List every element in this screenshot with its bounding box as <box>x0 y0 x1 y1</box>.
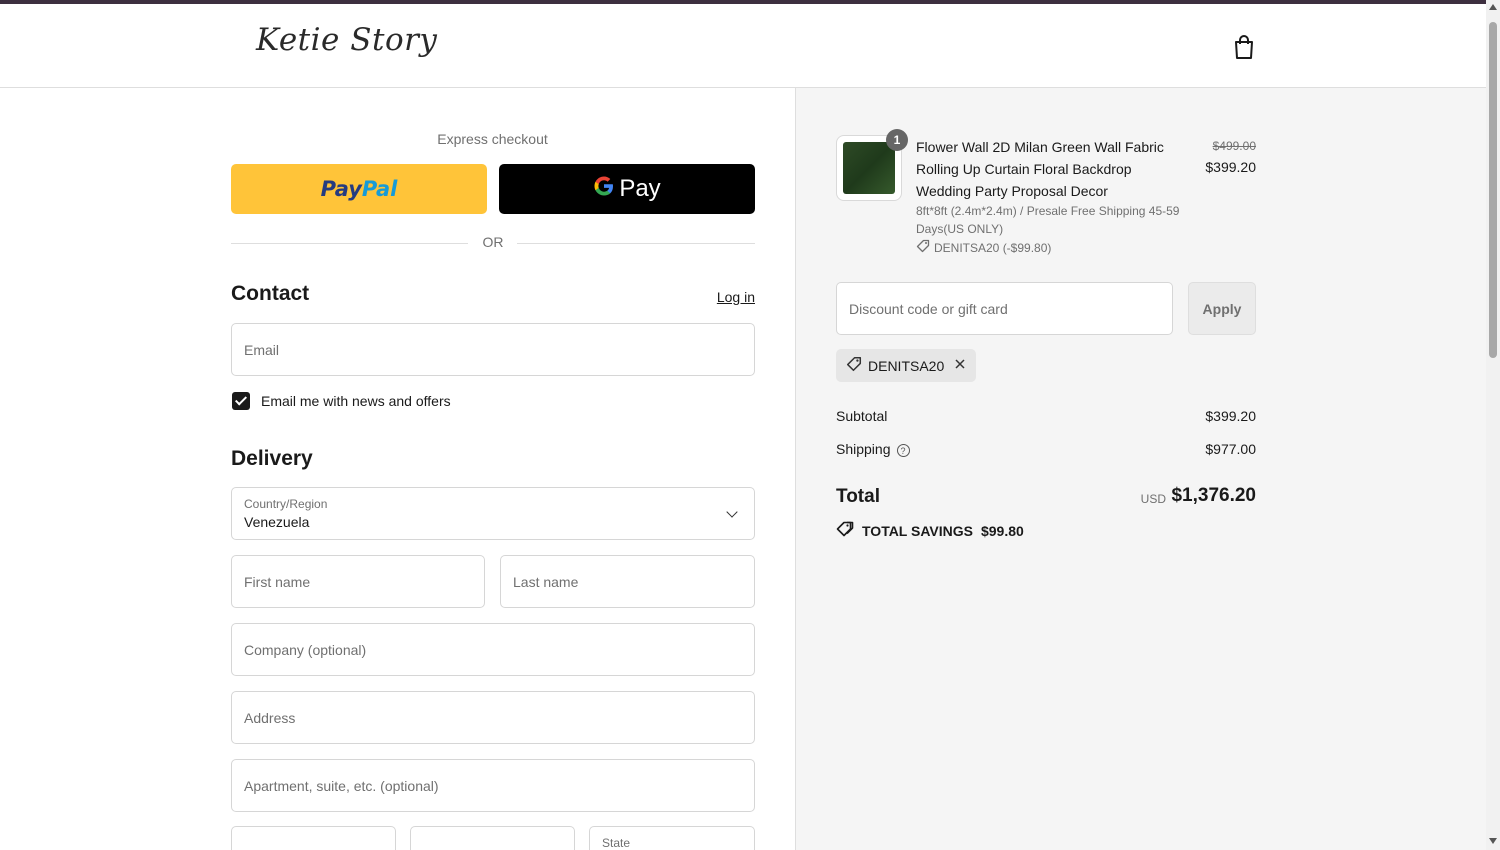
shipping-label: Shipping <box>836 441 891 457</box>
email-field[interactable] <box>231 323 755 376</box>
google-g-icon <box>593 175 615 203</box>
divider-line-right <box>517 243 755 244</box>
state-select[interactable]: State <box>589 826 755 850</box>
product-variant: 8ft*8ft (2.4m*2.4m) / Presale Free Shipp… <box>916 204 1180 236</box>
company-input[interactable] <box>232 624 754 675</box>
shipping-value: $977.00 <box>1205 441 1256 457</box>
address-field[interactable] <box>231 691 755 744</box>
savings-tag-icon <box>836 521 854 540</box>
applied-code-label: DENITSA20 <box>868 357 945 374</box>
delivery-heading: Delivery <box>231 447 313 470</box>
apartment-field[interactable] <box>231 759 755 812</box>
company-field[interactable] <box>231 623 755 676</box>
total-savings: TOTAL SAVINGS $99.80 <box>836 521 1024 540</box>
help-circle-icon[interactable]: ? <box>896 443 910 457</box>
savings-value: $99.80 <box>980 522 1024 539</box>
last-name-input[interactable] <box>501 556 754 607</box>
paypal-button[interactable]: PayPal <box>231 164 487 214</box>
store-logo[interactable]: Ketie Story <box>256 22 437 58</box>
total-label: Total <box>836 486 880 507</box>
total-value: $1,376.20 <box>1171 485 1256 506</box>
postal-code-field[interactable] <box>410 826 575 850</box>
last-name-field[interactable] <box>500 555 755 608</box>
discount-code-input[interactable] <box>837 283 1172 334</box>
or-label: OR <box>482 234 504 250</box>
remove-code-close-icon[interactable] <box>954 357 966 375</box>
google-pay-label: Pay <box>619 175 661 202</box>
checkout-form-panel: Express checkout PayPal Pay OR Contact L… <box>0 88 796 850</box>
quantity-badge: 1 <box>886 129 908 151</box>
current-price: $399.20 <box>1205 159 1256 175</box>
express-checkout-label: Express checkout <box>437 131 548 147</box>
country-label: Country/Region <box>244 497 328 511</box>
discount-code-field[interactable] <box>836 282 1173 335</box>
country-value: Venezuela <box>244 514 310 530</box>
address-input[interactable] <box>232 692 754 743</box>
contact-heading: Contact <box>231 282 310 305</box>
subtotal-label: Subtotal <box>836 408 888 424</box>
applied-discount-chip: DENITSA20 <box>836 349 977 382</box>
apply-discount-button[interactable]: Apply <box>1188 282 1256 335</box>
site-header: Ketie Story <box>0 4 1486 88</box>
subtotal-value: $399.20 <box>1205 408 1256 424</box>
order-summary-panel: 1 Flower Wall 2D Milan Green Wall Fabric… <box>796 88 1486 850</box>
shipping-row-label: Shipping? <box>836 441 910 457</box>
country-select[interactable]: Country/Region Venezuela <box>231 487 755 540</box>
tag-icon <box>846 356 862 375</box>
shopping-bag-icon[interactable] <box>1232 34 1256 60</box>
scrollbar-thumb[interactable] <box>1489 22 1497 358</box>
original-price: $499.00 <box>1212 139 1256 153</box>
savings-label: TOTAL SAVINGS <box>862 522 973 539</box>
city-field[interactable] <box>231 826 396 850</box>
first-name-field[interactable] <box>231 555 485 608</box>
newsletter-checkbox[interactable] <box>232 392 250 410</box>
state-label: State <box>602 836 631 850</box>
product-title: Flower Wall 2D Milan Green Wall Fabric R… <box>916 139 1164 199</box>
apartment-input[interactable] <box>232 760 754 811</box>
chevron-down-icon <box>726 506 738 518</box>
login-link[interactable]: Log in <box>700 289 755 305</box>
product-image <box>843 142 895 194</box>
or-divider: OR <box>231 234 755 254</box>
google-pay-button[interactable]: Pay <box>499 164 755 214</box>
scroll-down-arrow-icon[interactable] <box>1489 838 1497 844</box>
scroll-up-arrow-icon[interactable] <box>1489 4 1497 10</box>
tag-icon <box>916 239 930 256</box>
first-name-input[interactable] <box>232 556 484 607</box>
product-discount: DENITSA20 (-$99.80) <box>916 239 1051 256</box>
email-input[interactable] <box>232 324 754 375</box>
newsletter-label: Email me with news and offers <box>261 393 451 409</box>
product-discount-text: DENITSA20 (-$99.80) <box>934 240 1052 255</box>
page-scrollbar[interactable] <box>1486 0 1500 850</box>
paypal-logo: PayPal <box>320 177 398 201</box>
